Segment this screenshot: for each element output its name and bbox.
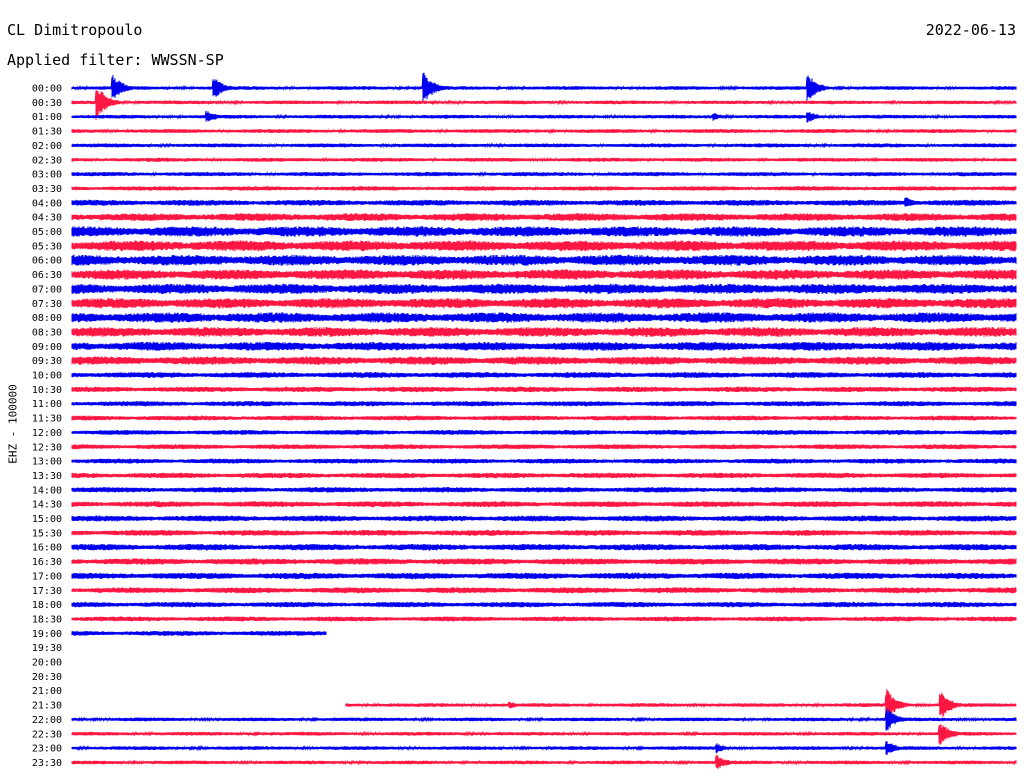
time-tick-label: 10:30 [32, 385, 62, 396]
seismic-trace [71, 601, 1017, 608]
seismic-trace [71, 72, 1017, 102]
seismic-trace [71, 269, 1017, 280]
seismic-trace [71, 529, 1017, 536]
seismic-trace [71, 371, 1017, 379]
seismic-trace [71, 386, 1017, 393]
seismic-trace [71, 415, 1017, 421]
time-tick-label: 11:30 [32, 414, 62, 425]
seismic-trace [71, 197, 1017, 207]
seismic-trace [71, 240, 1017, 252]
time-tick-label: 19:30 [32, 643, 62, 654]
time-tick-label: 09:30 [32, 356, 62, 367]
seismic-trace [71, 630, 327, 636]
time-tick-label: 00:00 [32, 84, 62, 95]
seismic-trace [71, 185, 1017, 192]
time-tick-label: 04:00 [32, 198, 62, 209]
time-tick-label: 12:30 [32, 442, 62, 453]
seismic-trace [71, 226, 1017, 237]
seismic-trace [71, 283, 1017, 295]
time-tick-label: 01:30 [32, 127, 62, 138]
seismic-trace [71, 708, 1017, 731]
time-tick-label: 11:00 [32, 399, 62, 410]
helicorder-plot: 00:00 00:30 01:00 01:30 02:00 02:30 03:00 03:30… [32, 72, 1017, 769]
seismic-trace [71, 558, 1017, 565]
time-tick-label: 20:30 [32, 672, 62, 683]
seismic-trace [71, 110, 1017, 123]
time-tick-label: 01:00 [32, 112, 62, 123]
time-tick-label: 00:30 [32, 98, 62, 109]
time-tick-label: 16:00 [32, 543, 62, 554]
time-tick-label: 18:30 [32, 614, 62, 625]
time-tick-label: 06:00 [32, 256, 62, 267]
time-tick-label: 23:00 [32, 744, 62, 755]
seismic-trace [71, 486, 1017, 493]
time-tick-label: 17:30 [32, 586, 62, 597]
time-tick-label: 21:00 [32, 686, 62, 697]
seismic-trace [71, 171, 1017, 178]
seismic-trace [71, 341, 1017, 351]
time-tick-label: 04:30 [32, 213, 62, 224]
time-tick-label: 23:30 [32, 758, 62, 769]
time-tick-label: 20:00 [32, 658, 62, 669]
seismic-trace [71, 754, 1017, 769]
time-tick-label: 07:30 [32, 299, 62, 310]
time-tick-label: 13:30 [32, 471, 62, 482]
time-tick-label: 16:30 [32, 557, 62, 568]
seismic-trace [71, 312, 1017, 323]
seismic-trace [71, 297, 1017, 309]
time-tick-label: 09:00 [32, 342, 62, 353]
trace-group [71, 72, 1017, 769]
seismic-trace [71, 472, 1017, 479]
seismic-trace [71, 213, 1017, 222]
seismic-trace [71, 443, 1017, 450]
seismic-trace [71, 741, 1017, 755]
seismic-trace [345, 689, 1017, 720]
time-tick-group: 00:00 00:30 01:00 01:30 02:00 02:30 03:00 03:30… [32, 84, 62, 769]
seismic-trace [71, 400, 1017, 407]
seismic-trace [71, 458, 1017, 464]
time-tick-label: 15:30 [32, 528, 62, 539]
time-tick-label: 14:00 [32, 485, 62, 496]
seismic-trace [71, 587, 1017, 594]
seismic-trace [71, 156, 1017, 163]
seismic-trace [71, 616, 1017, 622]
time-tick-label: 02:00 [32, 141, 62, 152]
time-tick-label: 22:00 [32, 715, 62, 726]
time-tick-label: 06:30 [32, 270, 62, 281]
seismic-trace [71, 543, 1017, 551]
time-tick-label: 03:30 [32, 184, 62, 195]
time-tick-label: 13:00 [32, 457, 62, 468]
seismic-trace [71, 254, 1017, 266]
time-tick-label: 15:00 [32, 514, 62, 525]
seismic-trace [71, 724, 1017, 745]
seismic-trace [71, 572, 1017, 580]
time-tick-label: 08:00 [32, 313, 62, 324]
seismic-trace [71, 429, 1017, 436]
time-tick-label: 03:00 [32, 170, 62, 181]
time-tick-label: 12:00 [32, 428, 62, 439]
seismic-trace [71, 515, 1017, 522]
time-tick-label: 02:30 [32, 155, 62, 166]
seismic-trace [71, 501, 1017, 508]
seismic-trace [71, 356, 1017, 365]
time-tick-label: 08:30 [32, 327, 62, 338]
time-tick-label: 22:30 [32, 729, 62, 740]
time-tick-label: 17:00 [32, 571, 62, 582]
time-tick-label: 21:30 [32, 701, 62, 712]
time-tick-label: 07:00 [32, 284, 62, 295]
time-tick-label: 10:00 [32, 371, 62, 382]
time-tick-label: 18:00 [32, 600, 62, 611]
time-tick-label: 05:30 [32, 241, 62, 252]
seismic-trace [71, 127, 1017, 135]
time-tick-label: 05:00 [32, 227, 62, 238]
seismic-trace [71, 326, 1017, 337]
seismic-trace [71, 142, 1017, 149]
time-tick-label: 14:30 [32, 500, 62, 511]
time-tick-label: 19:00 [32, 629, 62, 640]
